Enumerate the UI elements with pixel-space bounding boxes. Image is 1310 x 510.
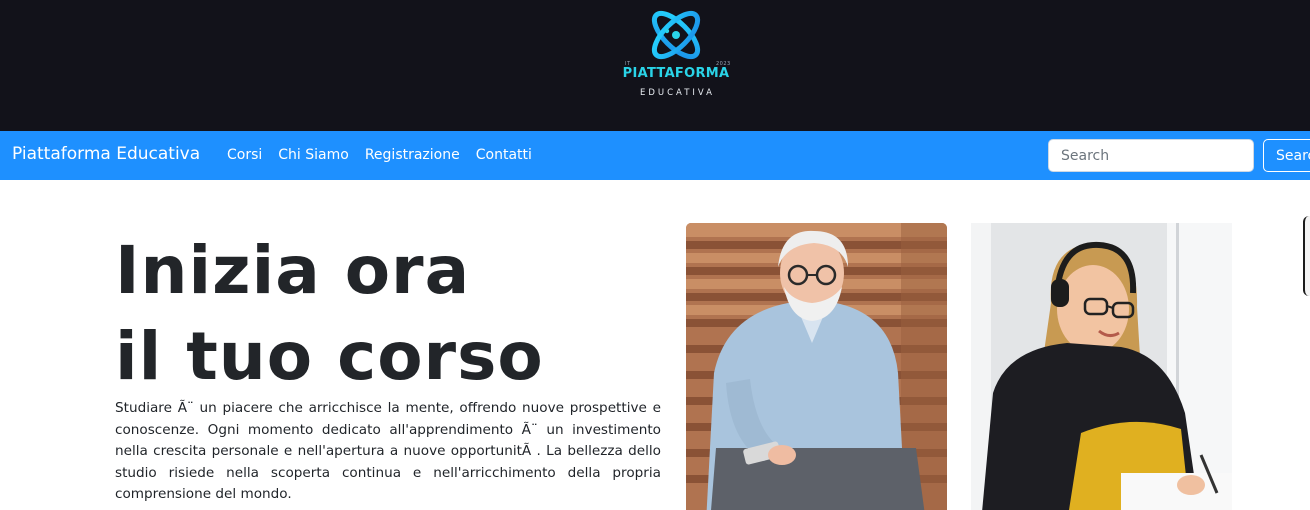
hero-title-line-1: Inizia ora [115, 232, 471, 309]
main-navbar: Piattaforma Educativa Corsi Chi Siamo Re… [0, 131, 1310, 180]
navbar-brand[interactable]: Piattaforma Educativa [12, 144, 200, 164]
logo-title: PIATTAFORMA [622, 66, 730, 81]
hero-title: Inizia ora il tuo corso [115, 228, 544, 400]
nav-link-corsi[interactable]: Corsi [227, 147, 262, 163]
search-input[interactable] [1048, 139, 1254, 172]
side-panel-edge [1303, 216, 1310, 296]
photo-older-man-smiling [686, 223, 947, 510]
search-button[interactable]: Search [1263, 139, 1310, 172]
nav-link-chi-siamo[interactable]: Chi Siamo [278, 147, 349, 163]
hero-title-line-2: il tuo corso [115, 318, 544, 395]
nav-link-contatti[interactable]: Contatti [476, 147, 532, 163]
photo-woman-with-headphones-writing [971, 223, 1232, 510]
logo-subtitle: EDUCATIVA [639, 88, 715, 98]
site-logo[interactable]: IT 2023 PIATTAFORMA EDUCATIVA [598, 4, 754, 108]
nav-links: Corsi Chi Siamo Registrazione Contatti [227, 147, 532, 163]
nav-link-registrazione[interactable]: Registrazione [365, 147, 460, 163]
page: IT 2023 PIATTAFORMA EDUCATIVA Piattaform… [0, 0, 1310, 510]
logo-header: IT 2023 PIATTAFORMA EDUCATIVA [0, 0, 1310, 131]
hero-paragraph: Studiare Ã¨ un piacere che arricchisce l… [115, 400, 661, 502]
